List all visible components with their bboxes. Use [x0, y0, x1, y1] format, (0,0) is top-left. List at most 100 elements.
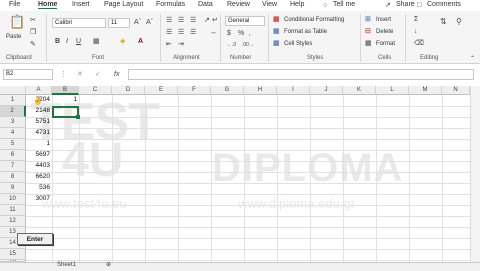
sheet-tab[interactable]: Sheet1: [57, 261, 76, 270]
paste-button[interactable]: Paste: [6, 33, 21, 41]
insert-function-icon[interactable]: fx: [114, 70, 119, 79]
italic-icon[interactable]: I: [66, 37, 68, 46]
collapse-ribbon-icon[interactable]: ⌃: [470, 55, 475, 64]
column-header[interactable]: H: [244, 86, 277, 95]
select-all-corner[interactable]: [0, 86, 26, 95]
font-color-icon[interactable]: A: [138, 37, 143, 46]
align-top-icon[interactable]: ☰: [166, 16, 172, 25]
row-header[interactable]: 2: [0, 106, 26, 117]
align-bottom-icon[interactable]: ☰: [190, 16, 196, 25]
tab-home[interactable]: Home: [38, 1, 58, 9]
column-header[interactable]: J: [310, 86, 343, 95]
fill-handle[interactable]: [76, 115, 80, 119]
font-name-select[interactable]: Calibri: [52, 18, 106, 28]
cancel-entry-icon[interactable]: ✕: [77, 70, 83, 79]
format-as-table-button[interactable]: Format as Table: [284, 28, 327, 36]
increase-font-icon[interactable]: Aˆ: [134, 18, 141, 27]
increase-decimal-icon[interactable]: ←.0: [227, 41, 236, 50]
cell-a9[interactable]: 536: [26, 184, 52, 194]
cut-icon[interactable]: ✂: [30, 16, 36, 25]
find-select-icon[interactable]: ⚲: [456, 17, 462, 26]
enter-button[interactable]: Enter: [17, 233, 53, 245]
autosum-icon[interactable]: Σ: [414, 15, 418, 24]
align-middle-icon[interactable]: ☰: [178, 16, 184, 25]
currency-icon[interactable]: $: [227, 29, 231, 38]
cell-a5[interactable]: 1: [26, 140, 52, 150]
name-box[interactable]: B2: [3, 69, 53, 80]
row-header[interactable]: 5: [0, 139, 26, 150]
fill-color-icon[interactable]: ◈: [120, 37, 125, 46]
row-header[interactable]: 12: [0, 216, 26, 227]
align-center-icon[interactable]: ☰: [178, 28, 184, 37]
row-header[interactable]: 7: [0, 161, 26, 172]
format-painter-icon[interactable]: ✎: [30, 40, 36, 49]
number-format-select[interactable]: General: [225, 16, 265, 26]
cell-a4[interactable]: 4731: [26, 129, 52, 139]
column-header[interactable]: F: [178, 86, 211, 95]
cell-a8[interactable]: 6620: [26, 173, 52, 183]
cell-a10[interactable]: 3007: [26, 195, 52, 205]
vertical-scrollbar[interactable]: [470, 86, 480, 262]
row-header[interactable]: 4: [0, 128, 26, 139]
copy-icon[interactable]: ❐: [30, 28, 36, 37]
row-header[interactable]: 9: [0, 183, 26, 194]
tab-formulas[interactable]: Formulas: [156, 1, 185, 8]
row-header[interactable]: 3: [0, 117, 26, 128]
tab-file[interactable]: File: [9, 1, 20, 8]
underline-icon[interactable]: U: [76, 37, 81, 46]
percent-icon[interactable]: %: [238, 29, 244, 38]
paste-icon[interactable]: 📋: [9, 15, 25, 29]
row-header[interactable]: 10: [0, 194, 26, 205]
confirm-entry-icon[interactable]: ✓: [95, 70, 101, 79]
column-header[interactable]: D: [112, 86, 145, 95]
tab-view[interactable]: View: [262, 1, 277, 8]
align-left-icon[interactable]: ☰: [166, 28, 172, 37]
column-header[interactable]: C: [79, 86, 112, 95]
column-header[interactable]: I: [277, 86, 310, 95]
column-header[interactable]: M: [409, 86, 442, 95]
row-header[interactable]: 6: [0, 150, 26, 161]
column-header[interactable]: B: [52, 86, 79, 95]
wrap-text-icon[interactable]: ↵: [212, 16, 218, 25]
row-header[interactable]: 15: [0, 249, 26, 260]
cell-b1[interactable]: 1: [52, 96, 79, 106]
clear-icon[interactable]: ⌫: [414, 39, 424, 48]
cell-a2[interactable]: 2148: [26, 107, 52, 117]
tab-page-layout[interactable]: Page Layout: [104, 1, 143, 8]
decrease-decimal-icon[interactable]: .00→: [242, 41, 254, 50]
row-header[interactable]: 11: [0, 205, 26, 216]
cell-a7[interactable]: 4403: [26, 162, 52, 172]
format-cells-button[interactable]: Format: [376, 40, 395, 48]
align-right-icon[interactable]: ☰: [190, 28, 196, 37]
conditional-formatting-button[interactable]: Conditional Formatting: [284, 16, 344, 24]
merge-center-icon[interactable]: ↔: [210, 28, 217, 37]
cell-styles-button[interactable]: Cell Styles: [284, 40, 312, 48]
new-sheet-icon[interactable]: ⊕: [106, 261, 111, 270]
cell-a6[interactable]: 5697: [26, 151, 52, 161]
column-header[interactable]: E: [145, 86, 178, 95]
column-header[interactable]: L: [376, 86, 409, 95]
tab-review[interactable]: Review: [227, 1, 250, 8]
borders-icon[interactable]: ▦: [93, 37, 100, 46]
increase-indent-icon[interactable]: ⇥: [178, 40, 184, 49]
formula-input[interactable]: [128, 69, 474, 80]
column-header[interactable]: G: [211, 86, 244, 95]
column-header[interactable]: A: [26, 86, 52, 95]
share-button[interactable]: Share: [396, 1, 415, 8]
comma-style-icon[interactable]: ‚: [249, 29, 251, 38]
bold-icon[interactable]: B: [55, 37, 60, 46]
comments-button[interactable]: Comments: [427, 1, 461, 8]
column-header[interactable]: N: [442, 86, 470, 95]
sort-filter-icon[interactable]: ⇅: [440, 17, 447, 26]
row-header[interactable]: 8: [0, 172, 26, 183]
tab-data[interactable]: Data: [198, 1, 213, 8]
font-size-select[interactable]: 11: [108, 18, 130, 28]
decrease-font-icon[interactable]: Aˇ: [146, 18, 153, 27]
active-cell-b2[interactable]: [52, 106, 79, 118]
delete-cells-button[interactable]: Delete: [376, 28, 393, 36]
column-header[interactable]: K: [343, 86, 376, 95]
orientation-icon[interactable]: ↗: [204, 16, 210, 25]
fill-icon[interactable]: ↓: [414, 27, 418, 36]
row-header[interactable]: 1: [0, 95, 26, 106]
insert-cells-button[interactable]: Insert: [376, 16, 391, 24]
